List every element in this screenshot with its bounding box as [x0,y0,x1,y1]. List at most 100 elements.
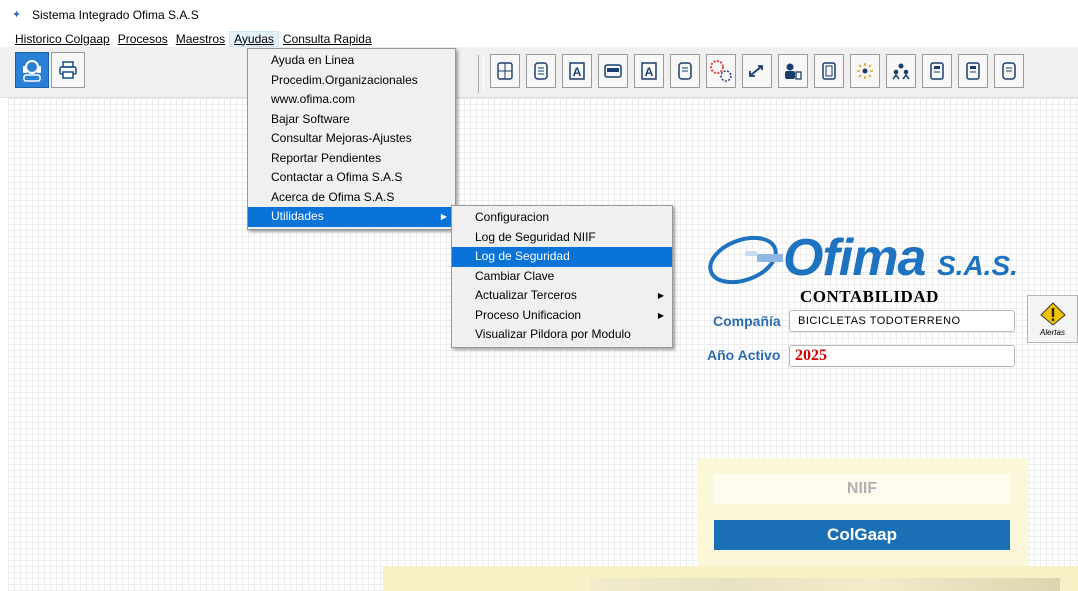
sparkle-icon [857,63,873,79]
menu-item-proceso-unificacion[interactable]: Proceso Unificacion ▶ [452,306,672,326]
settings-gears-icon [710,60,732,82]
menu-item-consultar-mejoras[interactable]: Consultar Mejoras-Ajustes [248,129,455,149]
menu-item-actualizar-terceros[interactable]: Actualizar Terceros ▶ [452,286,672,306]
menu-historico-colgaap[interactable]: Historico Colgaap [11,32,114,46]
menu-item-label: www.ofima.com [271,92,356,106]
bottom-decoration-texture [590,578,1060,591]
report-button[interactable] [922,54,952,88]
company-value: BICICLETAS TODOTERRENO [798,315,961,327]
users-group-icon [892,63,910,80]
toolbar-right-group: A A [490,54,1024,88]
menu-consulta-rapida[interactable]: Consulta Rapida [279,32,376,46]
users-group-button[interactable] [886,54,916,88]
exchange-arrows-icon [749,65,763,77]
utilidades-submenu: Configuracion Log de Seguridad NIIF Log … [451,205,673,348]
menu-bar: Historico Colgaap Procesos Maestros Ayud… [0,30,1078,47]
document-icon [678,62,692,80]
sparkle-button[interactable] [850,54,880,88]
menu-item-label: Actualizar Terceros [475,288,577,302]
notebook-button[interactable] [814,54,844,88]
document-icon [534,62,548,80]
logo-swoosh-icon [708,235,783,284]
warning-icon [1039,302,1066,326]
menu-item-log-seguridad-niif[interactable]: Log de Seguridad NIIF [452,228,672,248]
menu-item-contactar[interactable]: Contactar a Ofima S.A.S [248,168,455,188]
active-year-value: 2025 [795,347,827,364]
text-a-icon: A [569,62,585,80]
window-title: Sistema Integrado Ofima S.A.S [32,8,199,22]
active-year-label: Año Activo [707,347,781,363]
menu-maestros[interactable]: Maestros [172,32,229,46]
menu-item-visualizar-pildora[interactable]: Visualizar Pildora por Modulo [452,325,672,345]
ofima-logo: Ofima S.A.S. [705,228,1035,288]
print-button[interactable] [51,52,85,88]
document-button-2[interactable] [670,54,700,88]
company-field[interactable]: BICICLETAS TODOTERRENO [789,310,1015,332]
calculator-button[interactable] [490,54,520,88]
settings-button[interactable] [706,54,736,88]
document-button[interactable] [526,54,556,88]
menu-item-label: Log de Seguridad [475,249,570,263]
notebook-icon [822,62,836,80]
submenu-arrow-icon: ▶ [657,291,664,300]
menu-item-label: Configuracion [475,210,550,224]
menu-item-procedimientos[interactable]: Procedim.Organizacionales [248,71,455,91]
text-a-button-2[interactable]: A [634,54,664,88]
menu-item-ayuda-en-linea[interactable]: Ayuda en Linea [248,51,455,71]
logo-brand-name: Ofima [783,229,926,287]
menu-item-bajar-software[interactable]: Bajar Software [248,110,455,130]
menu-item-label: Acerca de Ofima S.A.S [271,189,395,204]
menu-item-label: Bajar Software [271,111,350,126]
xlsx-export-icon [604,64,622,78]
logo-brand-suffix: S.A.S. [937,250,1018,281]
menu-item-label: Visualizar Pildora por Modulo [475,327,631,341]
menu-item-label: Reportar Pendientes [271,150,382,165]
menu-item-website[interactable]: www.ofima.com [248,90,455,110]
xlsx-export-button[interactable] [598,54,628,88]
menu-item-label: Procedim.Organizacionales [271,72,418,87]
menu-procesos[interactable]: Procesos [114,32,172,46]
calculator-icon [497,62,513,80]
menu-item-label: Proceso Unificacion [475,307,582,322]
exchange-button[interactable] [742,54,772,88]
toolbar-separator [478,55,484,93]
submenu-arrow-icon: ▶ [657,310,664,320]
menu-ayudas[interactable]: Ayudas [229,30,279,47]
menu-item-label: Cambiar Clave [475,268,555,283]
company-label: Compañía [713,313,781,329]
support-headset-icon [23,60,41,82]
menu-item-label: Contactar a Ofima S.A.S [271,170,403,184]
alerts-button[interactable]: Alertas [1027,295,1078,343]
menu-item-cambiar-clave[interactable]: Cambiar Clave [452,267,672,287]
menu-item-acerca-de[interactable]: Acerca de Ofima S.A.S [248,188,455,208]
submenu-arrow-icon: ▶ [440,212,447,221]
user-database-button[interactable] [778,54,808,88]
alerts-label: Alertas [1040,328,1065,337]
menu-item-configuracion[interactable]: Configuracion [452,208,672,228]
colgaap-button[interactable]: ColGaap [714,520,1010,550]
app-icon: ✦ [12,9,22,21]
menu-item-reportar-pendientes[interactable]: Reportar Pendientes [248,149,455,169]
svg-text:A: A [573,65,582,79]
menu-item-label: Consultar Mejoras-Ajustes [271,131,412,145]
ayudas-menu: Ayuda en Linea Procedim.Organizacionales… [247,48,456,230]
support-button[interactable] [15,52,49,88]
text-a-button[interactable]: A [562,54,592,88]
text-a-icon: A [641,62,657,80]
report-icon [930,62,944,80]
document-icon [1002,62,1016,80]
report-icon [966,62,980,80]
menu-item-utilidades[interactable]: Utilidades ▶ [248,207,455,227]
menu-item-label: Utilidades [271,209,324,223]
menu-item-label: Log de Seguridad NIIF [475,229,596,244]
user-database-icon [785,63,802,80]
module-title: CONTABILIDAD [800,287,939,306]
niif-button[interactable]: NIIF [714,474,1010,504]
menu-item-label: Ayuda en Linea [271,53,355,67]
document-button-3[interactable] [994,54,1024,88]
menu-item-log-seguridad[interactable]: Log de Seguridad [452,247,672,267]
printer-icon [59,61,77,79]
active-year-field[interactable]: 2025 [789,345,1015,367]
svg-text:A: A [645,65,654,79]
report-button-2[interactable] [958,54,988,88]
